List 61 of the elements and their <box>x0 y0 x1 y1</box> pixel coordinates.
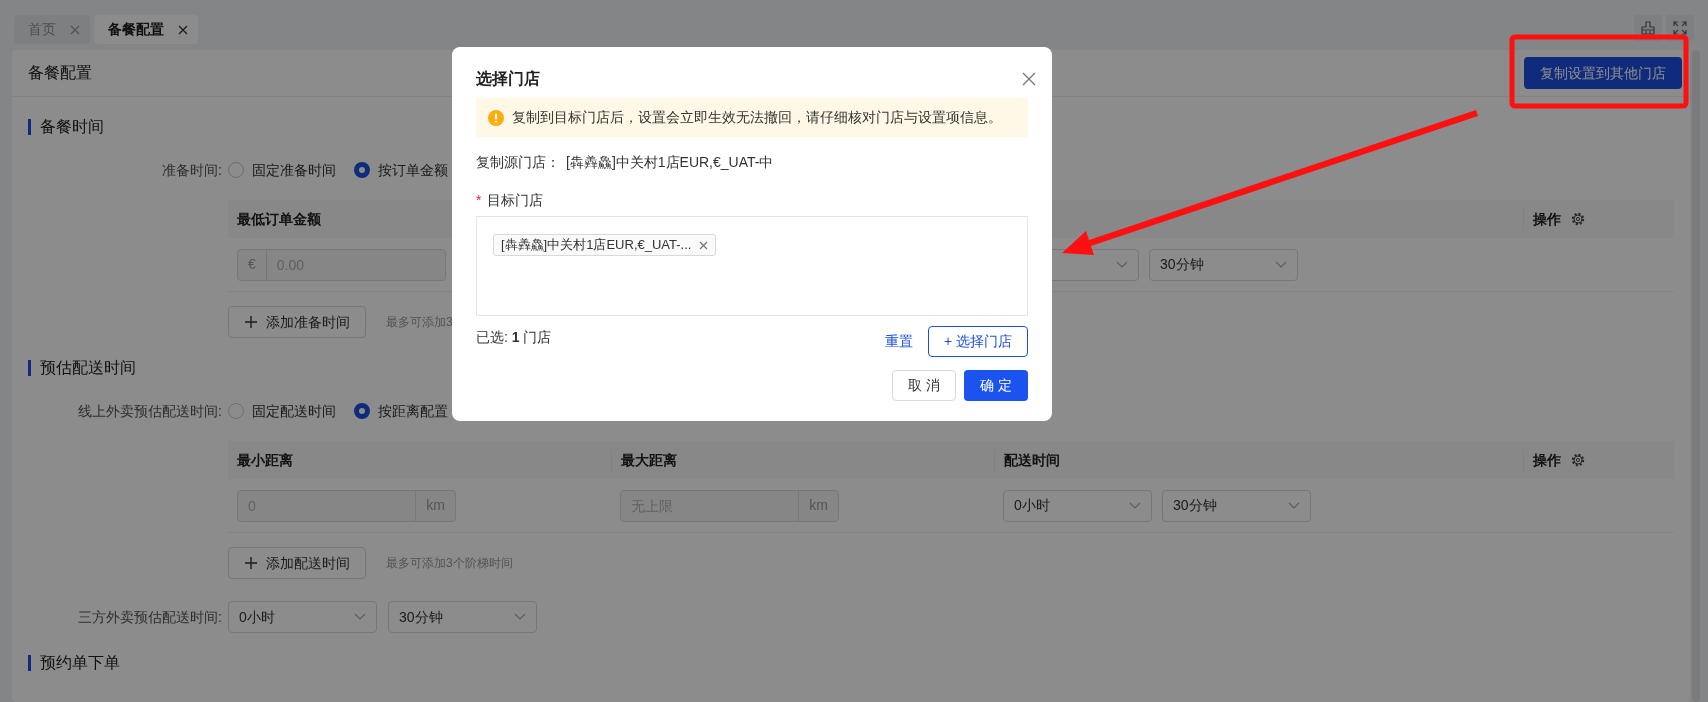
select-dropdown[interactable]: 30分钟 <box>1149 248 1298 281</box>
cancel-button[interactable]: 取 消 <box>892 370 956 401</box>
reset-link[interactable]: 重置 <box>885 331 913 352</box>
column-header: 最低订单金额 <box>237 209 321 229</box>
settings-icon[interactable] <box>1571 453 1585 467</box>
confirm-button[interactable]: 确 定 <box>964 370 1028 401</box>
close-icon[interactable] <box>178 24 188 35</box>
plus-icon <box>244 315 258 329</box>
column-header: 最大距离 <box>621 450 677 470</box>
select-dropdown[interactable]: 0小时 <box>1003 489 1152 522</box>
currency-prefix: € <box>238 249 267 280</box>
field-label: 复制源门店： <box>476 153 560 172</box>
section-title: 预约单下单 <box>40 653 120 673</box>
column-header: 最小距离 <box>237 450 293 470</box>
warning-icon <box>488 109 504 126</box>
column-header: 操作 <box>1533 450 1561 470</box>
radio-label: 固定配送时间 <box>252 401 336 421</box>
column-header: 操作 <box>1533 209 1561 229</box>
chevron-down-icon <box>514 613 526 621</box>
required-mark: * <box>476 191 482 210</box>
section-title: 预估配送时间 <box>40 358 136 378</box>
field-label: 目标门店 <box>487 191 544 210</box>
chevron-down-icon <box>1288 501 1300 510</box>
select-store-button[interactable]: + 选择门店 <box>928 326 1028 357</box>
copy-settings-button[interactable]: 复制设置到其他门店 <box>1524 57 1682 89</box>
chevron-down-icon <box>1129 501 1141 510</box>
section-marker <box>28 360 31 376</box>
alert-text: 复制到目标门店后，设置会立即生效无法撤回，请仔细核对门店与设置项信息。 <box>512 108 1002 127</box>
store-select-box[interactable]: [犇羴鱻]中关村1店EUR,€_UAT-... <box>476 216 1028 316</box>
section-marker <box>28 655 31 671</box>
plus-icon <box>244 556 258 570</box>
select-dropdown[interactable]: 30分钟 <box>388 601 537 633</box>
select-dropdown[interactable]: 30分钟 <box>1162 489 1311 522</box>
tag-text: [犇羴鱻]中关村1店EUR,€_UAT-... <box>501 236 692 255</box>
field-label: 线上外卖预估配送时间: <box>77 401 222 421</box>
brush-icon[interactable] <box>1641 21 1655 35</box>
chevron-down-icon <box>1275 260 1287 269</box>
fullscreen-icon[interactable] <box>1673 21 1687 35</box>
tab[interactable]: 备餐配置 <box>94 15 198 44</box>
page-title: 备餐配置 <box>28 63 92 83</box>
chevron-down-icon <box>354 613 366 621</box>
selected-count: 已选: 1 门店 <box>476 328 552 347</box>
radio-button[interactable] <box>354 162 370 178</box>
radio-label: 按距离配置 <box>378 401 448 421</box>
radio-label: 按订单金额 <box>378 160 448 180</box>
close-icon[interactable] <box>699 240 709 250</box>
field-label: 准备时间: <box>161 160 222 180</box>
source-store: [犇羴鱻]中关村1店EUR,€_UAT-中 <box>566 153 774 172</box>
radio-label: 固定准备时间 <box>252 160 336 180</box>
select-dropdown[interactable]: 0小时 <box>228 601 377 633</box>
column-header: 配送时间 <box>1004 450 1060 470</box>
section-marker <box>28 119 31 135</box>
section-title: 备餐时间 <box>40 117 104 137</box>
radio-button[interactable] <box>354 403 370 419</box>
field-label: 三方外卖预估配送时间: <box>77 607 222 627</box>
add-button[interactable]: 添加准备时间 <box>228 306 366 338</box>
dialog-title: 选择门店 <box>476 69 540 89</box>
close-icon[interactable] <box>1022 72 1036 86</box>
add-button[interactable]: 添加配送时间 <box>228 547 366 579</box>
chevron-down-icon <box>1116 260 1128 269</box>
settings-icon[interactable] <box>1571 212 1585 226</box>
